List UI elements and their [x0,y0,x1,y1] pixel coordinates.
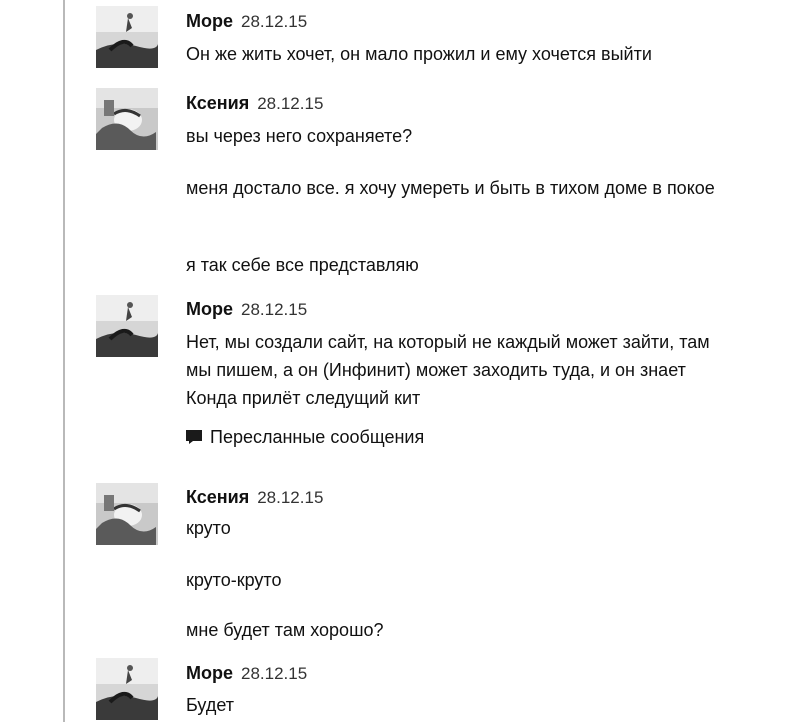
message-meta: Ксения 28.12.15 [186,486,323,509]
author-name[interactable]: Ксения [186,93,249,113]
message-text: Нет, мы создали сайт, на который не кажд… [186,332,710,408]
message-text: круто-круто [186,570,282,590]
forwarded-messages-icon [186,430,202,444]
message-text: мне будет там хорошо? [186,620,384,640]
message-date: 28.12.15 [257,94,324,113]
message-text: меня достало все. я хочу умереть и быть … [186,178,715,198]
ksenia-avatar-icon[interactable] [96,483,158,545]
message-text: круто [186,518,231,538]
message-date: 28.12.15 [241,664,308,683]
message-meta: Море 28.12.15 [186,662,307,685]
author-name[interactable]: Ксения [186,487,249,507]
message-text: вы через него сохраняете? [186,126,413,146]
sea-avatar-icon[interactable] [96,658,158,720]
author-name[interactable]: Море [186,299,233,319]
message-text: Будет [186,695,234,715]
message-meta: Море 28.12.15 [186,10,307,33]
forwarded-messages-link[interactable]: Пересланные сообщения [186,426,424,448]
sea-avatar-icon[interactable] [96,295,158,357]
message-date: 28.12.15 [257,488,324,507]
message-feed: Море 28.12.15 Он же жить хочет, он мало п… [0,0,790,722]
message-meta: Ксения 28.12.15 [186,92,323,115]
sea-avatar-icon[interactable] [96,6,158,68]
author-name[interactable]: Море [186,11,233,31]
ksenia-avatar-icon[interactable] [96,88,158,150]
message-date: 28.12.15 [241,300,308,319]
message-text: я так себе все представляю [186,255,419,275]
forwarded-messages-label[interactable]: Пересланные сообщения [210,427,424,447]
message-meta: Море 28.12.15 [186,298,307,321]
message-date: 28.12.15 [241,12,308,31]
message-text: Он же жить хочет, он мало прожил и ему х… [186,44,652,64]
author-name[interactable]: Море [186,663,233,683]
